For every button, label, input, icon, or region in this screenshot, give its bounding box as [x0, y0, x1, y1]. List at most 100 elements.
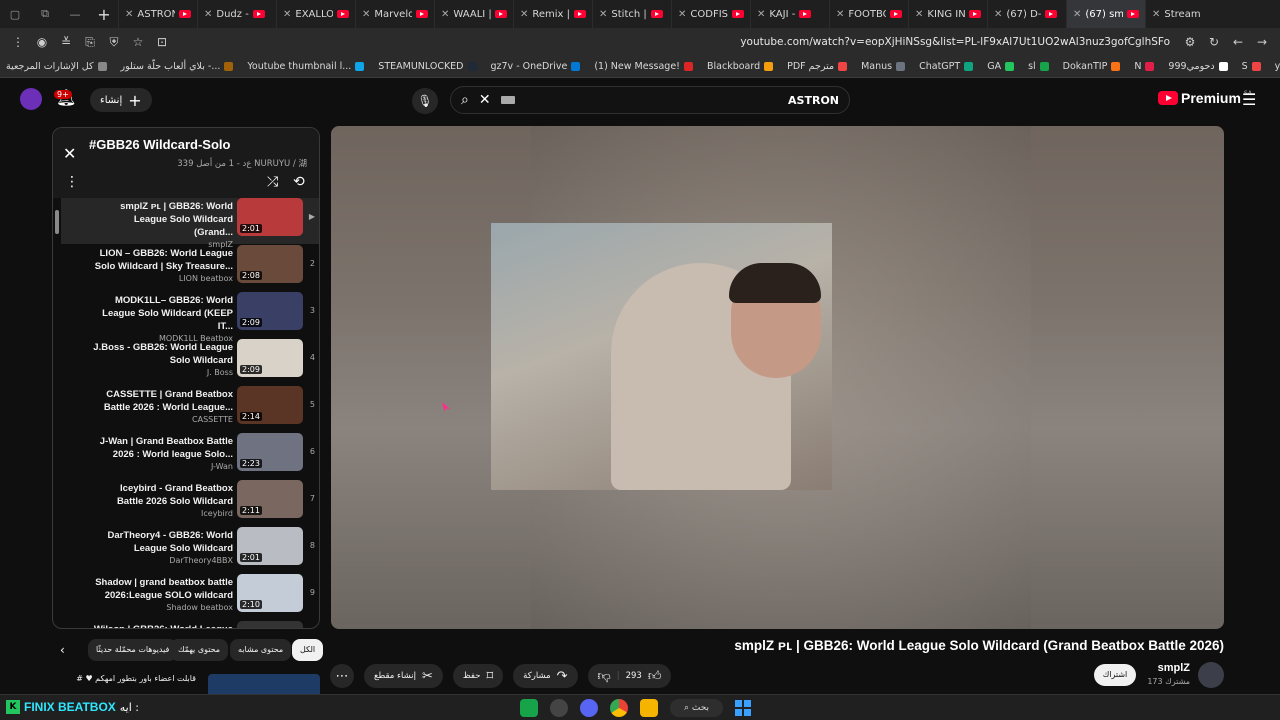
close-tab-icon[interactable]: ✕ [362, 9, 370, 20]
playlist-item[interactable]: Shadow | grand beatbox battle 2026:Leagu… [61, 574, 319, 620]
browser-tab[interactable]: ✕ CODFISH [671, 0, 750, 28]
shuffle-icon[interactable]: ⤮ [267, 174, 278, 190]
taskbar-search[interactable]: بحث ⌕ [670, 699, 724, 717]
chip-for-you[interactable]: محتوى يهمّك [170, 639, 229, 661]
browser-tab[interactable]: ✕ Dudz - [197, 0, 276, 28]
playlist-item-thumbnail[interactable]: 2:09 [237, 339, 303, 377]
close-tab-icon[interactable]: ✕ [915, 9, 923, 20]
video-player[interactable] [331, 126, 1224, 629]
file-explorer-icon[interactable] [640, 699, 658, 717]
playlist-item-thumbnail[interactable] [237, 621, 303, 628]
share-button[interactable]: مشاركة ↷ [513, 664, 578, 688]
close-tab-icon[interactable]: ✕ [994, 9, 1002, 20]
playlist-item-thumbnail[interactable]: 2:10 [237, 574, 303, 612]
window-restore-icon[interactable]: ▢ [0, 8, 30, 21]
tune-icon[interactable]: ≚ [54, 35, 78, 49]
back-icon[interactable]: ← [1226, 35, 1250, 49]
forward-icon[interactable]: → [1250, 35, 1274, 49]
dislike-icon[interactable]: 👎︎ [598, 669, 611, 684]
bookmark-item[interactable]: بلاي ألعاب حلّة ستلور -... [121, 61, 234, 72]
browser-tab[interactable]: ✕ Stream [1145, 0, 1215, 28]
create-button[interactable]: إنشاء + [90, 88, 152, 112]
close-tab-icon[interactable]: ✕ [520, 9, 528, 20]
like-icon[interactable]: 👍︎ [648, 669, 662, 684]
playlist-item-thumbnail[interactable]: 2:23 [237, 433, 303, 471]
youtube-premium-logo[interactable]: Premium SA [1158, 90, 1252, 106]
close-tab-icon[interactable]: ✕ [678, 9, 686, 20]
playlist-title[interactable]: #GBB26 Wildcard-Solo [89, 137, 230, 152]
app-steam-icon[interactable] [550, 699, 568, 717]
install-icon[interactable]: ⊡ [150, 35, 174, 49]
menu-dots-icon[interactable]: ⋮ [6, 35, 30, 49]
mic-icon[interactable]: 🎙︎ [412, 88, 438, 114]
next-video-thumbnail[interactable] [208, 674, 320, 694]
bookmark-item[interactable]: S [1242, 61, 1261, 72]
reload-icon[interactable]: ↻ [1202, 35, 1226, 49]
playlist-item[interactable]: DarTheory4 - GBB26: World League Solo Wi… [61, 527, 319, 573]
browser-tab[interactable]: ✕ Stitch | [592, 0, 671, 28]
playlist-item-thumbnail[interactable]: 2:11 [237, 480, 303, 518]
chips-prev-icon[interactable]: ‹ [60, 643, 65, 657]
close-tab-icon[interactable]: ✕ [283, 9, 291, 20]
new-tab-button[interactable]: + [90, 5, 118, 24]
playlist-item-thumbnail[interactable]: 2:01 [237, 527, 303, 565]
playlist-item[interactable]: MODK1LL– GBB26: World League Solo Wildca… [61, 292, 319, 343]
close-tab-icon[interactable]: ✕ [1152, 9, 1160, 20]
windows-start-icon[interactable] [735, 700, 752, 716]
bookmark-item[interactable]: gz7v - OneDrive [491, 61, 581, 72]
browser-tab[interactable]: ✕ KAJI - [750, 0, 829, 28]
share-icon[interactable]: ⎘ [78, 35, 102, 50]
close-tab-icon[interactable]: ✕ [441, 9, 449, 20]
browser-tab[interactable]: ✕ Remix | [513, 0, 592, 28]
url-field[interactable]: youtube.com/watch?v=eopXjHiNSsg&list=PL-… [740, 36, 1178, 48]
playlist-item[interactable]: Wilson | GBB26: World League [61, 621, 319, 628]
playlist-item[interactable]: J.Boss - GBB26: World League Solo Wildca… [61, 339, 319, 385]
search-box[interactable]: ⌕ ✕ ASTRON [450, 86, 850, 114]
bookmark-item[interactable]: Blackboard [707, 61, 774, 72]
close-tab-icon[interactable]: ✕ [836, 9, 844, 20]
close-tab-icon[interactable]: ✕ [1073, 9, 1081, 20]
subscribe-button[interactable]: اشتراك [1094, 664, 1136, 686]
chip-related[interactable]: محتوى مشابه [230, 639, 292, 661]
search-input[interactable]: ASTRON [788, 94, 839, 107]
browser-tab[interactable]: ✕ WAALI | [434, 0, 513, 28]
close-tab-icon[interactable]: ✕ [757, 9, 765, 20]
browser-tab[interactable]: ✕ (67) smp [1066, 0, 1145, 28]
bookmark-item[interactable]: DokanTIP [1063, 61, 1121, 72]
browser-tab[interactable]: ✕ Marvelo [355, 0, 434, 28]
account-avatar[interactable] [20, 88, 42, 110]
bookmark-item[interactable]: ChatGPT [919, 61, 974, 72]
shield-icon[interactable]: ⛨ [102, 35, 126, 50]
keyboard-icon[interactable] [500, 96, 515, 104]
playlist-item[interactable]: Iceybird - Grand Beatbox Battle 2026 Sol… [61, 480, 319, 526]
bookmark-item[interactable]: sl [1028, 61, 1049, 72]
search-icon[interactable]: ⌕ [461, 92, 469, 108]
playlist-item-thumbnail[interactable]: 2:09 [237, 292, 303, 330]
bookmark-item[interactable]: كل الإشارات المرجعية [6, 61, 107, 72]
playlist-item[interactable]: CASSETTE | Grand Beatbox Battle 2026 : W… [61, 386, 319, 432]
bookmark-item[interactable]: Youtube thumbnail l... [247, 61, 365, 72]
bookmark-item[interactable]: y [1275, 61, 1280, 72]
bookmark-item[interactable]: STEAMUNLOCKED [378, 61, 477, 72]
clear-search-icon[interactable]: ✕ [479, 92, 491, 108]
site-settings-icon[interactable]: ⚙ [1178, 35, 1202, 49]
more-actions-button[interactable]: ⋯ [330, 664, 354, 688]
extensions-icon[interactable]: ◉ [30, 35, 54, 49]
close-tab-icon[interactable]: ✕ [125, 9, 133, 20]
more-options-icon[interactable]: ⋮ [65, 174, 79, 190]
bookmark-item[interactable]: GA [987, 61, 1015, 72]
browser-tab[interactable]: ✕ KING IN [908, 0, 987, 28]
browser-tab[interactable]: ✕ (67) D- [987, 0, 1066, 28]
browser-tab[interactable]: ✕ ASTRON [118, 0, 197, 28]
playlist-item[interactable]: LION – GBB26: World League Solo Wildcard… [61, 245, 319, 291]
playlist-item[interactable]: J-Wan | Grand Beatbox Battle 2026 : Worl… [61, 433, 319, 479]
browser-tab[interactable]: ✕ FOOTBO [829, 0, 908, 28]
playlist-item-thumbnail[interactable]: 2:01 [237, 198, 303, 236]
close-icon[interactable]: ✕ [63, 144, 76, 163]
channel-name[interactable]: smplZ [1158, 662, 1190, 674]
close-tab-icon[interactable]: ✕ [599, 9, 607, 20]
next-video-preview[interactable]: قابلت اعضاء باور بتطور امهكم ♥ # [70, 674, 320, 694]
clip-button[interactable]: إنشاء مقطع ✂ [364, 664, 443, 688]
discord-icon[interactable] [580, 699, 598, 717]
playlist-item-thumbnail[interactable]: 2:08 [237, 245, 303, 283]
